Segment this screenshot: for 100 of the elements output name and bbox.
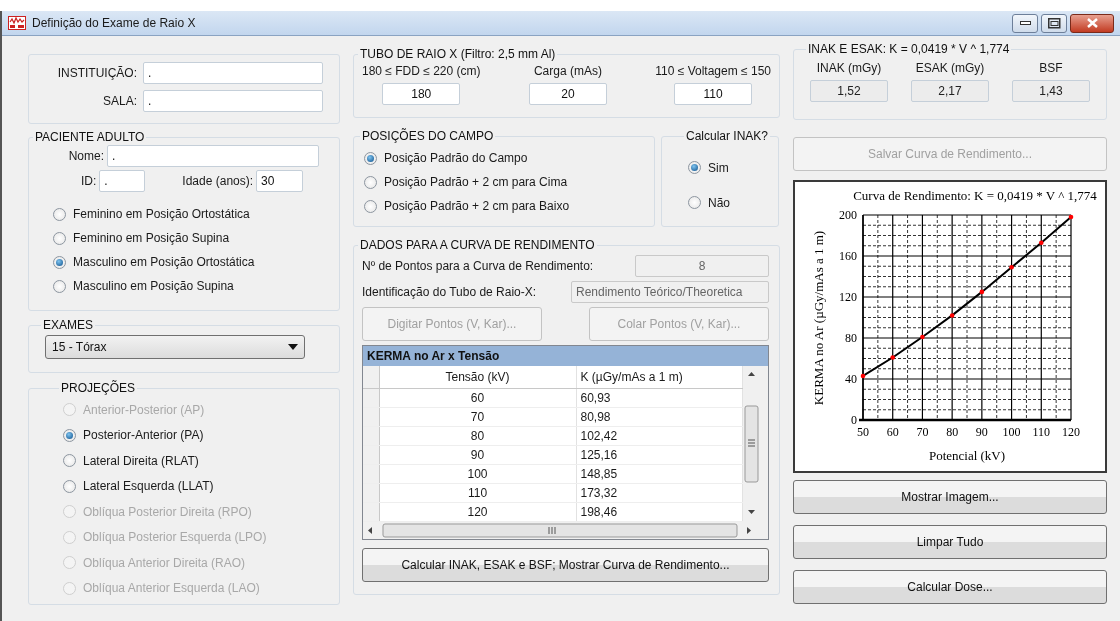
action-button[interactable]: Limpar Tudo — [793, 525, 1107, 559]
field-label: BSF — [1039, 60, 1063, 77]
input-field[interactable]: 1,43 — [1012, 80, 1090, 102]
radio-label: Não — [708, 194, 730, 212]
table-cell: 125,16 — [576, 445, 743, 465]
input-field[interactable]: 20 — [528, 83, 607, 105]
tick-label: 200 — [839, 208, 857, 222]
radio-button[interactable] — [63, 479, 76, 493]
field-label: 110 ≤ Voltagem ≤ 150 — [655, 63, 771, 80]
action-button[interactable]: Mostrar Imagem... — [793, 480, 1107, 514]
minimize-icon — [1019, 21, 1031, 25]
group-title: PACIENTE ADULTO — [34, 131, 146, 143]
calculate-button[interactable]: Calcular INAK, ESAK e BSF; Mostrar Curva de Rendimento... — [362, 548, 769, 582]
maximize-button[interactable] — [1041, 13, 1067, 33]
column-header[interactable]: K (µGy/mAs a 1 m) — [576, 366, 743, 389]
radio-label: Posterior-Anterior (PA) — [83, 429, 204, 442]
tick-label: 60 — [886, 425, 899, 439]
radio-label: Lateral Esquerda (LLAT) — [83, 480, 214, 493]
group-title: DADOS PARA A CURVA DE RENDIMENTO — [359, 239, 596, 251]
radio-button[interactable] — [364, 175, 377, 189]
field-label: Nº de Pontos para a Curva de Rendimento: — [362, 258, 594, 275]
tick-label: 160 — [839, 249, 857, 263]
field-label: Carga (mAs) — [533, 63, 602, 80]
radio-button[interactable] — [688, 161, 701, 174]
table-cell: 173,32 — [576, 483, 743, 503]
radio-label: Masculino em Posição Supina — [73, 278, 234, 295]
table-cell: 148,85 — [576, 464, 743, 484]
tick-label: 120 — [839, 290, 857, 304]
input-field[interactable]: 2,17 — [911, 80, 989, 102]
table-cell: 60 — [379, 388, 576, 408]
tick-label: 80 — [946, 425, 959, 439]
field-label: INSTITUIÇÃO: — [57, 65, 137, 82]
input-field[interactable]: 8 — [635, 255, 769, 277]
input-field[interactable]: . — [99, 170, 146, 192]
close-button[interactable] — [1070, 13, 1114, 33]
app-icon — [8, 16, 26, 30]
caret-icon — [288, 344, 298, 350]
radio-button[interactable] — [63, 428, 76, 442]
group-title: PROJEÇÕES — [60, 382, 136, 394]
input-field[interactable]: . — [143, 90, 323, 112]
input-field[interactable]: Rendimento Teórico/Theoretica — [571, 281, 769, 303]
field-label: Identificação do Tubo de Raio-X: — [362, 284, 537, 301]
minimize-button[interactable] — [1012, 13, 1038, 33]
table-cell: 102,42 — [576, 426, 743, 446]
field-label: Idade (anos): — [182, 173, 254, 190]
data-point — [860, 373, 866, 379]
tick-label: 0 — [851, 413, 857, 427]
radio-label: Oblíqua Posterior Esquerda (LPO) — [83, 531, 267, 544]
radio-button[interactable] — [63, 454, 76, 468]
radio-button[interactable] — [53, 255, 66, 269]
radio-button[interactable] — [688, 196, 701, 209]
group-title: Calcular INAK? — [685, 130, 770, 142]
tick-label: 50 — [857, 425, 869, 439]
table-cell: 198,46 — [576, 502, 743, 522]
table-cell: 120 — [379, 502, 576, 522]
tick-label: 110 — [1032, 425, 1051, 439]
table-cell: 90 — [379, 445, 576, 465]
radio-button[interactable] — [53, 231, 66, 245]
radio-label: Posição Padrão + 2 cm para Cima — [384, 174, 568, 191]
input-field[interactable]: 30 — [256, 170, 304, 192]
radio-button[interactable] — [53, 279, 66, 293]
data-point — [979, 289, 985, 295]
radio-button[interactable] — [364, 199, 377, 213]
radio-label: Feminino em Posição Supina — [73, 230, 230, 247]
column-header[interactable]: Tensão (kV) — [379, 366, 576, 389]
table-cell: 60,93 — [576, 388, 743, 408]
input-field[interactable]: . — [107, 145, 319, 167]
radio-label: Oblíqua Anterior Esquerda (LAO) — [83, 582, 260, 595]
data-point — [1009, 265, 1014, 270]
table-cell: 100 — [379, 464, 576, 484]
field-label: ID: — [81, 173, 97, 190]
y-axis-label: KERMA no Ar (µGy/mAs a 1 m) — [811, 230, 826, 406]
radio-button[interactable] — [53, 207, 66, 221]
input-field[interactable]: 1,52 — [810, 80, 888, 102]
data-point — [920, 334, 925, 340]
group-title: POSIÇÕES DO CAMPO — [361, 130, 495, 142]
table-cell: 110 — [379, 483, 576, 503]
exam-dropdown[interactable]: 15 - Tórax — [45, 335, 305, 359]
radio-label: Posição Padrão do Campo — [384, 150, 528, 167]
radio-label: Oblíqua Posterior Direita (RPO) — [83, 505, 252, 518]
radio-label: Masculino em Posição Ortostática — [73, 254, 255, 271]
data-point — [1068, 214, 1074, 220]
radio-label: Posição Padrão + 2 cm para Baixo — [384, 198, 570, 215]
radio-label: Feminino em Posição Ortostática — [73, 206, 250, 223]
tick-label: 120 — [1062, 425, 1080, 439]
maximize-icon — [1047, 17, 1061, 29]
input-field[interactable]: 110 — [674, 83, 753, 105]
input-field[interactable]: 180 — [382, 83, 461, 105]
field-label: SALA: — [102, 93, 137, 110]
field-label: INAK (mGy) — [816, 60, 882, 77]
action-button[interactable]: Calcular Dose... — [793, 570, 1107, 604]
field-label: Nome: — [68, 148, 104, 165]
input-field[interactable]: . — [143, 62, 323, 84]
tick-label: 80 — [845, 331, 857, 345]
table-cell: 80,98 — [576, 407, 743, 427]
tick-label: 90 — [975, 425, 988, 439]
data-point — [1039, 240, 1044, 245]
radio-button[interactable] — [364, 151, 377, 165]
x-axis-label: Potencial (kV) — [928, 448, 1006, 463]
chart-title: Curva de Rendimento: K = 0,0419 * V ^ 1,774 — [853, 188, 1097, 203]
